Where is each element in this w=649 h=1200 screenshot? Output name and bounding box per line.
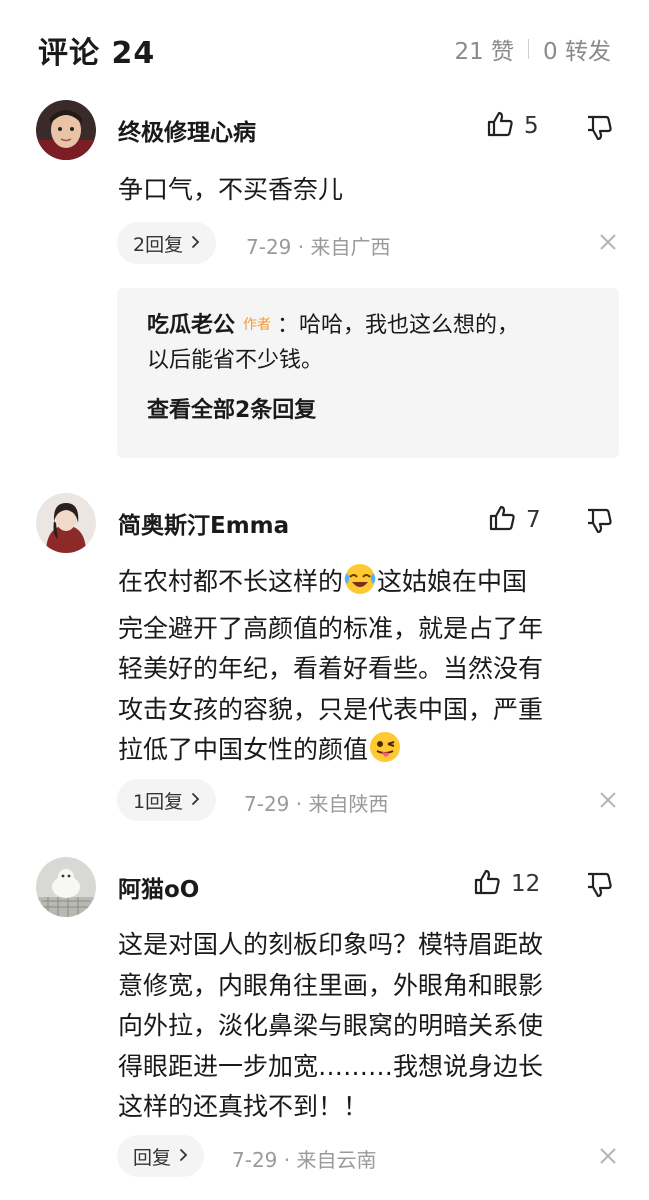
thumbs-up-icon (473, 868, 501, 900)
comment-line: 攻击女孩的容貌，只是代表中国，严重 (118, 694, 544, 724)
avatar[interactable] (36, 857, 96, 917)
reply-text: ：哈哈，我也这么想的， (277, 313, 520, 338)
comment-line: 向外拉，淡化鼻梁与眼窝的明暗关系使 (118, 1011, 544, 1040)
close-icon[interactable] (598, 790, 618, 814)
comment-meta: 7-29 · 来自陕西 (244, 792, 389, 816)
wink-tongue-emoji (368, 730, 402, 777)
laugh-cry-emoji (343, 562, 377, 609)
comment-text: 在农村都不长这样的 这姑娘在中国 完全避开了高颜值的标准，就是占了年 轻美好的年纪… (118, 562, 618, 777)
thumbs-up-icon (488, 504, 516, 536)
reply-author[interactable]: 吃瓜老公 (147, 313, 235, 338)
close-icon[interactable] (598, 1146, 618, 1170)
reply-button[interactable]: 回复 (117, 1135, 205, 1177)
replies-button[interactable]: 1回复 (117, 779, 217, 821)
comment-text: 这是对国人的刻板印象吗？模特眉距故 意修宽，内眼角往里画，外眼角和眼影 向外拉，… (118, 925, 618, 1128)
comment-line: 轻美好的年纪，看着好看些。当然没有 (118, 654, 544, 683)
header-stats: 21 赞 0 转发 (454, 32, 611, 66)
comment-meta: 7-29 · 来自云南 (232, 1148, 377, 1172)
stats-divider (528, 39, 530, 59)
chevron-right-icon (191, 789, 200, 811)
view-all-replies-link[interactable]: 查看全部2条回复 (147, 392, 589, 424)
username[interactable]: 终极修理心病 (118, 113, 256, 147)
comment-line: 这样的还真找不到！！ (118, 1092, 369, 1121)
like-count: 7 (526, 507, 541, 533)
reposts-count-link[interactable]: 0 转发 (543, 32, 611, 66)
thumbs-down-icon[interactable] (585, 114, 613, 146)
comment-line: 这是对国人的刻板印象吗？模特眉距故 (118, 930, 544, 959)
reply-preview-line: 吃瓜老公 作者 ：哈哈，我也这么想的， (147, 308, 589, 343)
like-count: 5 (524, 113, 539, 139)
comment-line: 意修宽，内眼角往里画，外眼角和眼影 (118, 970, 544, 1000)
likes-count-link[interactable]: 21 赞 (454, 32, 514, 66)
comment-meta: 7-29 · 来自广西 (246, 235, 391, 259)
like-button[interactable]: 12 (473, 868, 540, 900)
comment-line: 得眼距进一步加宽………我想说身边长 (118, 1051, 544, 1081)
thumbs-down-icon[interactable] (585, 507, 613, 539)
author-badge: 作者 (243, 317, 272, 333)
comments-header: 评论 24 21 赞 0 转发 (0, 0, 649, 92)
thumbs-down-icon[interactable] (585, 871, 613, 903)
username[interactable]: 阿猫oO (118, 870, 199, 904)
comment-text: 争口气，不买香奈儿 (118, 175, 344, 204)
replies-count: 2回复 (133, 233, 184, 256)
comments-title: 评论 24 (38, 36, 156, 71)
comment-line: 这姑娘在中国 (377, 567, 528, 596)
reply-text-continued: 以后能省不少钱。 (147, 348, 324, 373)
chevron-right-icon (191, 232, 200, 254)
reply-preview-box: 吃瓜老公 作者 ：哈哈，我也这么想的， 以后能省不少钱。 查看全部2条回复 (117, 288, 619, 458)
like-button[interactable]: 5 (486, 110, 539, 142)
avatar[interactable] (36, 493, 96, 553)
thumbs-up-icon (486, 110, 514, 142)
comment-line: 拉低了中国女性的颜值 (118, 735, 369, 764)
reply-label: 回复 (133, 1146, 172, 1169)
like-button[interactable]: 7 (488, 504, 541, 536)
like-count: 12 (511, 871, 541, 897)
comment-line: 完全避开了高颜值的标准，就是占了年 (118, 613, 544, 643)
replies-button[interactable]: 2回复 (117, 222, 217, 264)
close-icon[interactable] (598, 232, 618, 256)
chevron-right-icon (179, 1145, 188, 1167)
avatar[interactable] (36, 100, 96, 160)
username[interactable]: 简奥斯汀Emma (118, 506, 289, 540)
replies-count: 1回复 (133, 790, 184, 813)
comment-line: 在农村都不长这样的 (118, 567, 344, 596)
